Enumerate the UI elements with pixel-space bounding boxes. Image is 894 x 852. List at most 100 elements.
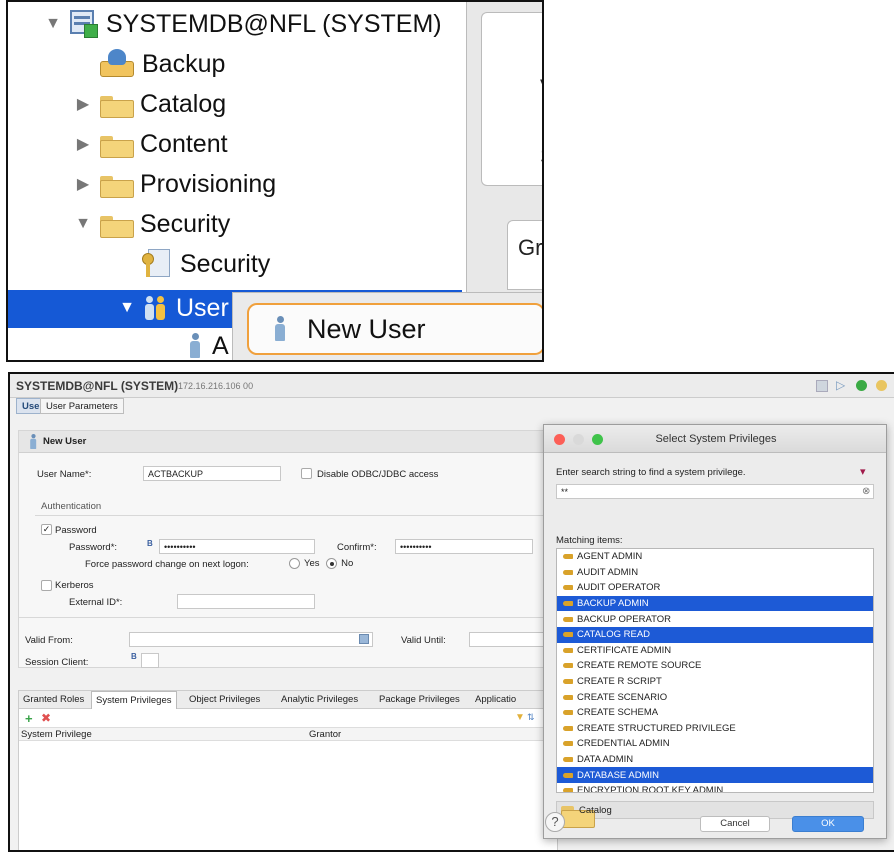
- privilege-label: CREATE R SCRIPT: [577, 676, 662, 688]
- fragment-text: V: [540, 75, 542, 103]
- search-prompt: Enter search string to find a system pri…: [556, 467, 746, 478]
- add-icon[interactable]: +: [25, 711, 33, 726]
- new-user-menu-item[interactable]: New User: [247, 303, 542, 355]
- collapsed-arrow-icon[interactable]: ▶: [74, 174, 92, 194]
- cancel-button[interactable]: Cancel: [700, 816, 770, 832]
- divider: [19, 617, 551, 618]
- expand-arrow-icon[interactable]: ▼: [74, 215, 92, 233]
- filter-icon[interactable]: ▼: [515, 712, 525, 723]
- toolbar-icon[interactable]: [816, 380, 828, 392]
- privilege-list-item[interactable]: AUDIT ADMIN: [557, 565, 873, 581]
- info-icon: B: [147, 539, 153, 548]
- tree-item-user-child[interactable]: A: [188, 328, 229, 360]
- privilege-label: DATA ADMIN: [577, 754, 634, 766]
- confirm-input[interactable]: ••••••••••: [395, 539, 533, 554]
- privilege-list-item[interactable]: BACKUP ADMIN: [557, 595, 873, 612]
- disable-odbc-label: Disable ODBC/JDBC access: [317, 469, 439, 480]
- collapsed-arrow-icon[interactable]: ▶: [74, 94, 92, 114]
- yes-label: Yes: [304, 558, 320, 570]
- expand-arrow-icon[interactable]: ▼: [44, 15, 62, 33]
- editor-card: Gr: [507, 220, 542, 290]
- toolbar-icon[interactable]: [876, 380, 887, 391]
- select-privileges-dialog: Select System Privileges Enter search st…: [543, 424, 887, 839]
- database-icon: [70, 10, 100, 38]
- column-header[interactable]: System Privilege: [21, 729, 92, 740]
- tree-item-security-folder[interactable]: ▼ Security: [74, 206, 230, 242]
- context-menu: New User: [232, 292, 542, 360]
- dropdown-icon[interactable]: ▾: [860, 465, 866, 478]
- authentication-label: Authentication: [41, 501, 102, 512]
- folder-icon: [100, 213, 134, 238]
- column-header[interactable]: Grantor: [309, 729, 341, 740]
- privilege-list-item[interactable]: CATALOG READ: [557, 626, 873, 643]
- privilege-list-item[interactable]: DATA ADMIN: [557, 752, 873, 768]
- privilege-label: CREATE SCHEMA: [577, 707, 659, 719]
- external-id-input[interactable]: [177, 594, 315, 609]
- tree-item-label: Backup: [142, 49, 226, 78]
- ok-button[interactable]: OK: [792, 816, 864, 832]
- privilege-list-item[interactable]: BACKUP OPERATOR: [557, 611, 873, 627]
- tree-item-users[interactable]: ▼ User: [118, 290, 229, 326]
- calendar-icon[interactable]: [359, 634, 369, 644]
- privilege-list-item[interactable]: DATABASE ADMIN: [557, 767, 873, 783]
- collapsed-arrow-icon[interactable]: ▶: [74, 134, 92, 154]
- tree-item-label: A: [212, 331, 229, 360]
- help-icon[interactable]: ?: [545, 812, 565, 832]
- privilege-label: CREDENTIAL ADMIN: [577, 738, 670, 750]
- privilege-list-item[interactable]: CREATE STRUCTURED PRIVILEGE: [557, 721, 873, 737]
- privilege-list-item[interactable]: CREATE REMOTE SOURCE: [557, 658, 873, 674]
- tab-package-privileges[interactable]: Package Privileges: [379, 694, 460, 705]
- tab-system-privileges[interactable]: System Privileges: [91, 691, 177, 709]
- valid-until-input[interactable]: [469, 632, 551, 647]
- divider: [35, 515, 545, 516]
- privilege-list-item[interactable]: AUDIT OPERATOR: [557, 580, 873, 596]
- deploy-icon[interactable]: [856, 380, 867, 391]
- privilege-key-icon: [563, 788, 573, 792]
- editor-card: V S: [481, 12, 542, 186]
- privilege-list-item[interactable]: AGENT ADMIN: [557, 549, 873, 565]
- tree-root[interactable]: ▼ SYSTEMDB@NFL (SYSTEM): [44, 6, 442, 42]
- search-input[interactable]: **: [556, 484, 874, 499]
- expand-arrow-icon[interactable]: ▼: [118, 299, 136, 317]
- info-icon: B: [131, 652, 137, 661]
- disable-odbc-checkbox[interactable]: [301, 468, 312, 479]
- session-client-input[interactable]: [141, 653, 159, 668]
- valid-until-label: Valid Until:: [401, 635, 446, 646]
- yes-radio[interactable]: [289, 558, 300, 569]
- tab-user-parameters[interactable]: User Parameters: [40, 398, 124, 414]
- tab-granted-roles[interactable]: Granted Roles: [23, 694, 84, 705]
- tree-item-catalog[interactable]: ▶ Catalog: [74, 86, 226, 122]
- user-name-input[interactable]: ACTBACKUP: [143, 466, 281, 481]
- clear-search-icon[interactable]: ⊗: [862, 486, 870, 497]
- privilege-key-icon: [563, 647, 573, 653]
- tab-analytic-privileges[interactable]: Analytic Privileges: [281, 694, 358, 705]
- privilege-list-item[interactable]: ENCRYPTION ROOT KEY ADMIN: [557, 783, 873, 792]
- tab-applications[interactable]: Applicatio: [475, 694, 516, 705]
- no-radio[interactable]: [326, 558, 338, 569]
- password-input[interactable]: ••••••••••: [159, 539, 315, 554]
- remove-icon[interactable]: ✖: [41, 711, 51, 725]
- tree-item-content[interactable]: ▶ Content: [74, 126, 228, 162]
- privilege-list-item[interactable]: CERTIFICATE ADMIN: [557, 643, 873, 659]
- folder-icon: [100, 173, 134, 198]
- privilege-label: DATABASE ADMIN: [577, 769, 659, 781]
- password-checkbox[interactable]: ✓: [41, 524, 52, 535]
- valid-from-input[interactable]: [129, 632, 373, 647]
- run-icon[interactable]: ▷: [836, 378, 845, 392]
- matching-items-label: Matching items:: [556, 535, 623, 546]
- tree-item-security[interactable]: Security: [142, 246, 270, 282]
- privilege-list-item[interactable]: CREATE SCENARIO: [557, 689, 873, 705]
- privilege-list-item[interactable]: CREATE R SCRIPT: [557, 674, 873, 690]
- external-id-label: External ID*:: [69, 597, 123, 608]
- navigator-tree: V S Gr ▼ SYSTEMDB@NFL (SYSTEM) Backup ▶ …: [6, 0, 544, 362]
- privilege-key-icon: [563, 632, 573, 638]
- form-header: New User: [19, 431, 551, 453]
- kerberos-checkbox[interactable]: [41, 580, 52, 591]
- tree-item-backup[interactable]: Backup: [100, 46, 225, 82]
- tab-object-privileges[interactable]: Object Privileges: [189, 694, 260, 705]
- privilege-list-item[interactable]: CREATE SCHEMA: [557, 705, 873, 721]
- backup-icon: [100, 49, 134, 79]
- tree-item-provisioning[interactable]: ▶ Provisioning: [74, 166, 276, 202]
- privilege-list-item[interactable]: CREDENTIAL ADMIN: [557, 736, 873, 752]
- sort-icon[interactable]: ⇅: [527, 712, 535, 723]
